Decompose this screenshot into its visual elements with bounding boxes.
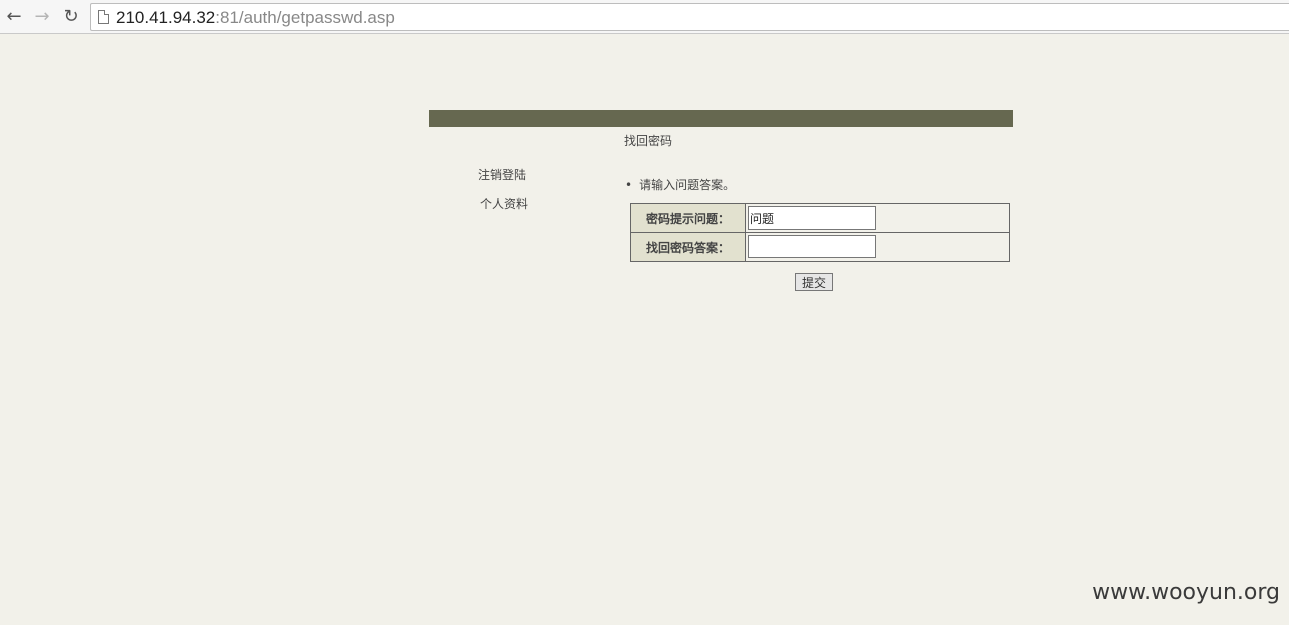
submit-button[interactable]: 提交 (795, 273, 833, 291)
forward-arrow-icon[interactable]: → (31, 6, 53, 28)
password-recovery-form: 密码提示问题： 找回密码答案： (630, 203, 1010, 262)
url-path: :81/auth/getpasswd.asp (215, 8, 395, 27)
question-label: 密码提示问题： (631, 204, 746, 232)
bullet-icon: • (625, 178, 633, 192)
instruction-text: • 请输入问题答案。 (625, 176, 735, 193)
logout-link[interactable]: 注销登陆 (478, 166, 526, 183)
back-arrow-icon[interactable]: ← (3, 6, 25, 28)
question-row: 密码提示问题： (631, 204, 1009, 233)
browser-toolbar: ← → ↻ 210.41.94.32:81/auth/getpasswd.asp (0, 0, 1289, 34)
answer-row: 找回密码答案： (631, 233, 1009, 261)
answer-label: 找回密码答案： (631, 233, 746, 261)
url-host: 210.41.94.32 (116, 8, 216, 27)
address-bar[interactable]: 210.41.94.32:81/auth/getpasswd.asp (90, 3, 1289, 31)
question-input[interactable] (748, 206, 876, 230)
answer-input[interactable] (748, 235, 876, 258)
page-title: 找回密码 (624, 134, 673, 148)
page-icon (98, 10, 109, 24)
header-band (429, 110, 1013, 127)
address-url[interactable]: 210.41.94.32:81/auth/getpasswd.asp (116, 8, 395, 28)
reload-icon[interactable]: ↻ (60, 6, 82, 28)
watermark: www.wooyun.org (1092, 580, 1280, 605)
profile-link[interactable]: 个人资料 (480, 195, 528, 212)
instruction-label: 请输入问题答案。 (639, 178, 736, 192)
